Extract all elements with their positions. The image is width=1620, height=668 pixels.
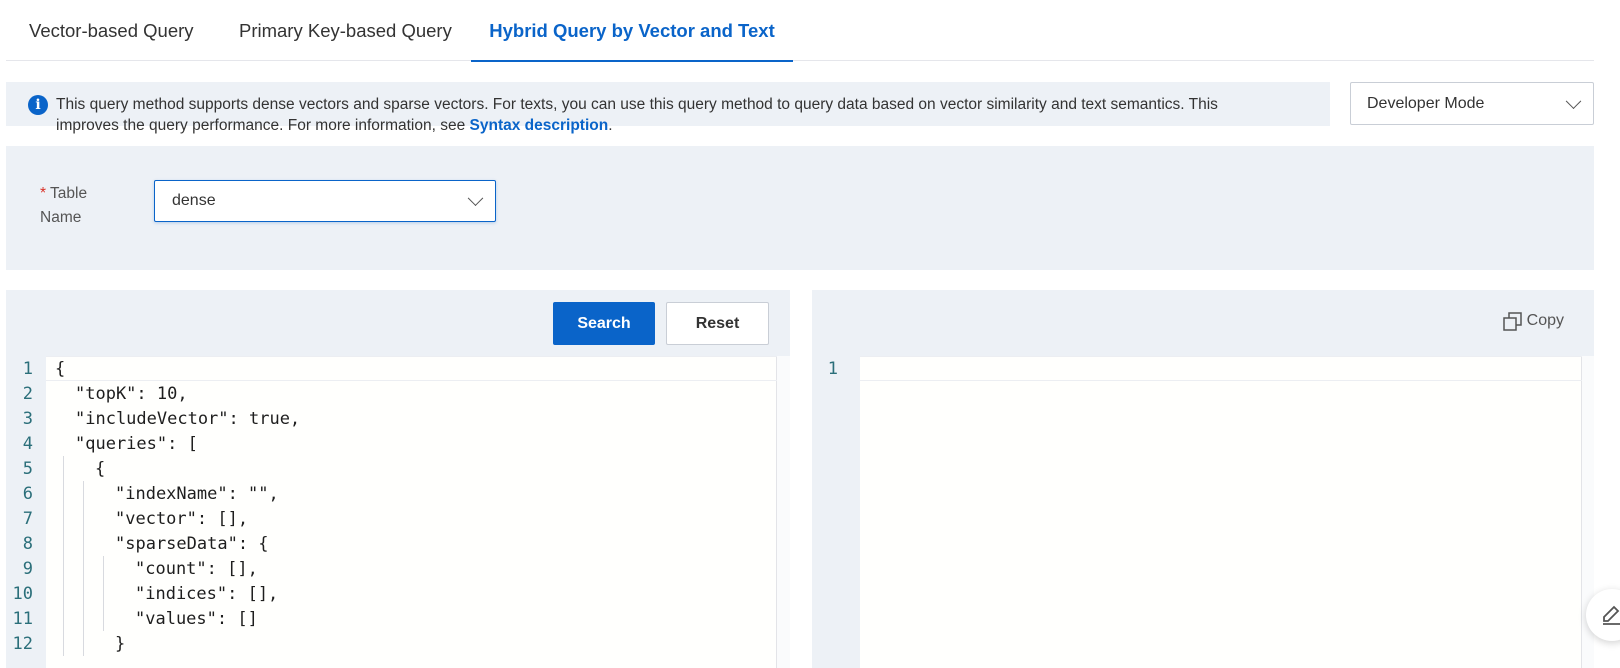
indent-guide <box>63 456 64 481</box>
code-text: "indices": [], <box>135 584 279 604</box>
code-line: 12} <box>6 631 777 657</box>
indent-guide <box>83 581 84 606</box>
code-line: 2 "topK": 10, <box>6 381 777 407</box>
code-text: } <box>115 634 126 654</box>
indent-guide <box>83 556 84 581</box>
line-number: 7 <box>22 509 33 529</box>
info-text-suffix: . <box>608 117 613 134</box>
indent-guide <box>83 506 84 531</box>
tab-hybrid-query[interactable]: Hybrid Query by Vector and Text <box>471 0 793 62</box>
code-text: "topK": 10, <box>75 384 188 404</box>
line-number: 2 <box>22 384 33 404</box>
code-line: 11 "values": [] <box>6 606 777 632</box>
line-number: 4 <box>22 434 33 454</box>
indent-guide <box>103 581 104 606</box>
table-name-label: * Table Name <box>40 182 120 230</box>
query-form: * Table Name dense <box>6 146 1594 270</box>
code-text: "count": [], <box>135 559 258 579</box>
info-text-line1: This query method supports dense vectors… <box>56 96 1218 113</box>
line-number: 6 <box>22 484 33 504</box>
code-line: 6 "indexName": "", <box>6 481 777 507</box>
syntax-description-link[interactable]: Syntax description <box>470 117 609 134</box>
indent-guide <box>103 556 104 581</box>
line-number: 10 <box>12 584 33 604</box>
code-text: "values": [] <box>135 609 258 629</box>
indent-guide <box>83 481 84 506</box>
line-number: 9 <box>22 559 33 579</box>
code-line: 10 "indices": [], <box>6 581 777 607</box>
line-number: 12 <box>12 634 33 654</box>
result-current-line-highlight <box>860 356 1594 381</box>
table-name-select[interactable]: dense <box>154 180 496 222</box>
code-line: 3 "includeVector": true, <box>6 406 777 432</box>
code-text: "vector": [], <box>115 509 249 529</box>
code-line: 7 "vector": [], <box>6 506 777 532</box>
result-code-area[interactable] <box>860 356 1582 668</box>
copy-button[interactable]: Copy <box>1502 310 1564 332</box>
mode-select[interactable]: Developer Mode <box>1350 82 1594 125</box>
code-line: 5{ <box>6 456 777 482</box>
hybrid-query-page: Vector-based Query Primary Key-based Que… <box>0 0 1620 668</box>
copy-icon <box>1502 312 1522 331</box>
code-text: { <box>95 459 106 479</box>
info-text-prefix: improves the query performance. For more… <box>56 117 470 134</box>
code-text: "queries": [ <box>75 434 198 454</box>
line-number: 8 <box>22 534 33 554</box>
indent-guide <box>63 631 64 656</box>
indent-guide <box>63 606 64 631</box>
indent-guide <box>63 556 64 581</box>
code-line: 8 "sparseData": { <box>6 531 777 557</box>
code-text: { <box>55 359 66 379</box>
indent-guide <box>83 606 84 631</box>
indent-guide <box>63 506 64 531</box>
info-text-line2: improves the query performance. For more… <box>56 115 1330 137</box>
indent-guide <box>83 531 84 556</box>
result-line-number: 1 <box>827 359 838 379</box>
editor-scrollbar[interactable] <box>777 356 790 668</box>
tab-primary-key-based-query[interactable]: Primary Key-based Query <box>239 0 452 61</box>
code-line: 4 "queries": [ <box>6 431 777 457</box>
info-icon: i <box>28 95 48 115</box>
code-line: 9 "count": [], <box>6 556 777 582</box>
code-line: 1{ <box>6 356 777 382</box>
line-number: 3 <box>22 409 33 429</box>
code-text: "includeVector": true, <box>75 409 301 429</box>
reset-button[interactable]: Reset <box>666 302 769 345</box>
table-name-label-text: Table Name <box>40 185 88 226</box>
result-code-editor[interactable]: 1 <box>812 356 1594 668</box>
tab-vector-based-query[interactable]: Vector-based Query <box>29 0 194 61</box>
indent-guide <box>63 531 64 556</box>
result-panel: Copy 1 <box>812 290 1594 668</box>
code-text: "indexName": "", <box>115 484 279 504</box>
search-button[interactable]: Search <box>553 302 655 345</box>
edit-icon <box>1603 605 1620 625</box>
code-text: "sparseData": { <box>115 534 269 554</box>
required-mark: * <box>40 185 47 202</box>
info-banner: i This query method supports dense vecto… <box>6 82 1330 134</box>
indent-guide <box>63 581 64 606</box>
table-name-value: dense <box>172 192 216 209</box>
query-code-editor[interactable]: 1{2 "topK": 10, 3 "includeVector": true, 4 "q… <box>6 356 790 668</box>
mode-select-value: Developer Mode <box>1367 95 1485 112</box>
line-number: 11 <box>12 609 33 629</box>
chevron-down-icon <box>1565 92 1582 109</box>
query-tabs: Vector-based Query Primary Key-based Que… <box>6 0 1594 62</box>
indent-guide <box>83 631 84 656</box>
line-number: 5 <box>22 459 33 479</box>
copy-label: Copy <box>1526 312 1564 329</box>
query-editor-panel: Search Reset 1{2 "topK": 10, 3 "includeVect… <box>6 290 790 668</box>
chevron-down-icon <box>467 190 484 207</box>
line-number: 1 <box>22 359 33 379</box>
indent-guide <box>63 481 64 506</box>
indent-guide <box>103 606 104 631</box>
